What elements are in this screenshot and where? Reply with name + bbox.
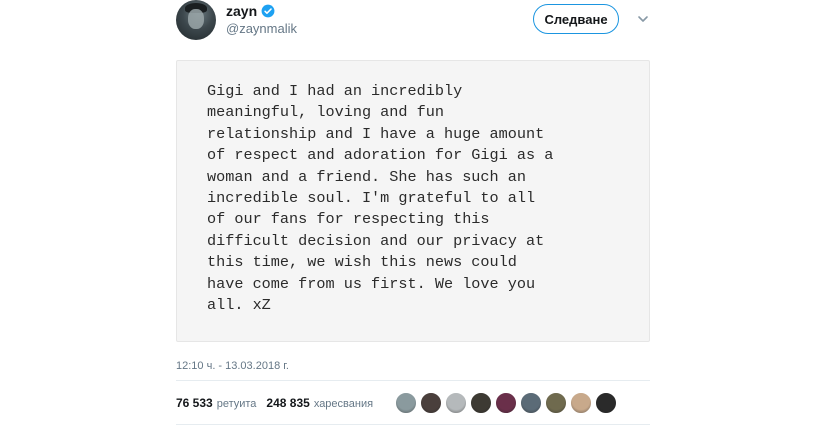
tweet-text-line: relationship and I have a huge amount (207, 124, 545, 143)
liker-avatar-1[interactable] (395, 392, 417, 414)
author-name-text[interactable]: zayn (226, 3, 257, 19)
likes-count[interactable]: 248 835 (266, 396, 309, 410)
tweet-text-line: of respect and adoration for Gigi as a (207, 146, 554, 165)
liker-avatar-4[interactable] (470, 392, 492, 414)
tweet-text: Gigi and I had an incredibly meaningful,… (207, 81, 637, 316)
tweet-text-line: of our fans for respecting this (207, 210, 490, 229)
retweets-count[interactable]: 76 533 (176, 396, 213, 410)
avatar[interactable] (176, 0, 216, 40)
author-name[interactable]: zayn (226, 3, 275, 19)
liker-avatar-7[interactable] (545, 392, 567, 414)
tweet-timestamp[interactable]: 12:10 ч. - 13.03.2018 г. (176, 360, 289, 372)
chevron-down-icon[interactable] (636, 12, 650, 26)
tweet-text-line: meaningful, loving and fun (207, 103, 444, 122)
liker-avatar-2[interactable] (420, 392, 442, 414)
tweet-text-line: Gigi and I had an incredibly (207, 82, 463, 100)
liker-avatar-3[interactable] (445, 392, 467, 414)
likes-label[interactable]: харесвания (314, 398, 373, 410)
tweet-image-card[interactable]: Gigi and I had an incredibly meaningful,… (176, 60, 650, 342)
divider (176, 380, 650, 381)
avatar-face (188, 9, 204, 29)
tweet-text-line: woman and a friend. She has such an (207, 167, 526, 186)
liker-avatar-6[interactable] (520, 392, 542, 414)
retweets-label[interactable]: ретуита (217, 398, 257, 410)
liker-avatar-8[interactable] (570, 392, 592, 414)
liker-avatar-9[interactable] (595, 392, 617, 414)
tweet-stats: 76 533 ретуита 248 835 харесвания (176, 396, 379, 410)
tweet-text-line: incredible soul. I'm grateful to all (207, 189, 536, 208)
follow-button[interactable]: Следване (533, 4, 619, 34)
tweet-text-line: difficult decision and our privacy at (207, 231, 545, 250)
liker-avatar-5[interactable] (495, 392, 517, 414)
tweet-text-line: this time, we wish this news could (207, 253, 517, 272)
divider (176, 424, 650, 425)
tweet-text-line: all. xZ (207, 296, 271, 315)
author-handle[interactable]: @zaynmalik (226, 21, 297, 36)
tweet-text-line: have come from us first. We love you (207, 274, 536, 293)
liker-avatars (395, 392, 617, 414)
verified-badge-icon (261, 4, 275, 18)
